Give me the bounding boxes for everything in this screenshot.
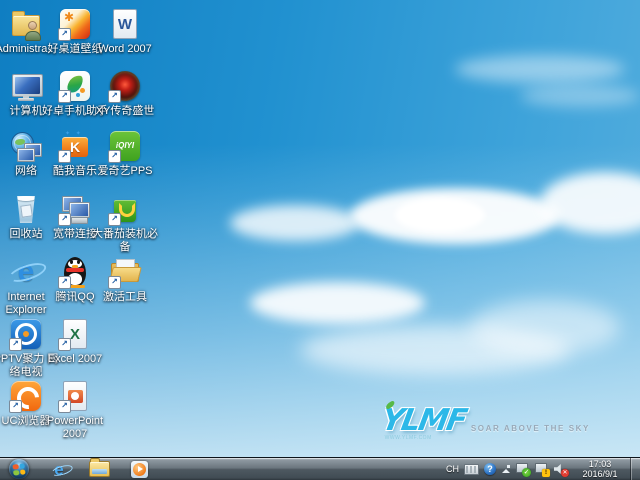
taskbar-internet-explorer-button[interactable]: e	[47, 459, 71, 479]
computer-icon	[10, 70, 43, 102]
cloud	[470, 300, 620, 355]
shortcut-arrow-icon	[108, 276, 121, 289]
shortcut-arrow-icon	[58, 338, 71, 351]
icon-label: Word 2007	[98, 43, 152, 55]
desktop-icon-powerpoint-2007[interactable]: PowerPoint 2007	[47, 380, 103, 440]
shortcut-arrow-icon	[58, 150, 71, 163]
uc-browser-icon	[9, 380, 44, 414]
clock[interactable]: 17:03 2016/9/1	[577, 459, 623, 479]
iqiyi-pps-icon: iQIYI	[108, 130, 141, 163]
internet-explorer-icon: e	[10, 256, 42, 288]
ime-help-icon[interactable]: ?	[484, 463, 496, 475]
powerpoint-2007-icon	[58, 380, 91, 413]
desktop-icon-iqiyi-pps[interactable]: iQIYI 爱奇艺PPS	[97, 130, 153, 178]
shortcut-arrow-icon	[58, 213, 71, 226]
show-hidden-icons-button[interactable]	[501, 465, 511, 473]
broadband-connection-icon	[58, 193, 91, 226]
shortcut-arrow-icon	[58, 400, 71, 413]
tencent-qq-icon	[58, 256, 91, 289]
media-player-icon	[130, 460, 148, 478]
icon-label: XY传奇盛世	[95, 105, 155, 117]
cloud	[395, 198, 485, 232]
monitor-shape	[12, 74, 43, 97]
windows-orb-icon	[9, 459, 29, 479]
network-warning-tray-icon[interactable]: !	[535, 462, 550, 477]
clock-date: 2016/9/1	[582, 469, 618, 479]
security-ok-tray-icon[interactable]: ✓	[516, 462, 531, 477]
shortcut-arrow-icon	[58, 276, 71, 289]
desktop-icon-internet-explorer[interactable]: e Internet Explorer	[1, 256, 51, 316]
cloud	[520, 85, 640, 107]
shortcut-arrow-icon	[58, 28, 71, 41]
network-icon	[10, 130, 42, 162]
keyboard-icon[interactable]	[464, 463, 479, 475]
recycle-bin-icon	[10, 193, 42, 225]
icon-label: PowerPoint 2007	[46, 415, 104, 440]
taskbar-media-player-button[interactable]	[127, 459, 151, 479]
taskbar: e CH ? ✓ ! ✕ 17:03 2016/9/1	[0, 457, 640, 480]
shortcut-arrow-icon	[9, 400, 22, 413]
pptv-icon	[9, 318, 42, 351]
ylmf-tagline: SOAR ABOVE THE SKY	[470, 424, 590, 433]
cloud	[455, 55, 625, 83]
icon-label: Excel 2007	[47, 353, 103, 365]
taskbar-explorer-button[interactable]	[87, 458, 111, 479]
desktop: Administra... 好桌道壁纸 W Word 2007 计算机 好卓手机…	[0, 0, 640, 480]
desktop-icon-datomato-essentials[interactable]: 大番茄装机必备	[92, 193, 158, 253]
cloud	[350, 188, 560, 244]
cloud	[300, 325, 570, 375]
kuwo-music-icon: K	[58, 130, 91, 163]
activation-tools-icon	[108, 256, 142, 289]
clock-time: 17:03	[588, 459, 612, 469]
document-page: W	[113, 9, 137, 39]
shortcut-arrow-icon	[58, 90, 71, 103]
shortcut-arrow-icon	[9, 338, 22, 351]
excel-2007-icon: X	[58, 318, 91, 351]
taskbar-left: e	[0, 458, 151, 480]
ie-icon: e	[54, 459, 64, 479]
cloud	[250, 282, 425, 324]
show-desktop-button[interactable]	[630, 458, 640, 480]
desktop-icon-excel-2007[interactable]: X Excel 2007	[48, 318, 102, 366]
volume-muted-tray-icon[interactable]: ✕	[554, 462, 569, 477]
start-button[interactable]	[7, 459, 31, 479]
user-figure	[25, 21, 41, 41]
ylmf-watermark: YLMF WWW.YLMF.COM SOAR ABOVE THE SKY	[378, 403, 590, 442]
folder-icon	[88, 458, 110, 477]
administrator-folder-icon	[10, 8, 42, 41]
language-indicator[interactable]: CH	[446, 464, 459, 474]
shortcut-arrow-icon	[108, 150, 121, 163]
desktop-icon-xy-legend-game[interactable]: XY传奇盛世	[96, 70, 154, 118]
shortcut-arrow-icon	[108, 90, 121, 103]
desktop-icon-word-2007[interactable]: W Word 2007	[98, 8, 152, 56]
xy-legend-game-icon	[108, 70, 141, 103]
haozhuodao-wallpaper-icon	[58, 8, 91, 41]
icon-label: 爱奇艺PPS	[97, 165, 153, 177]
shortcut-arrow-icon	[108, 213, 121, 226]
datomato-essentials-icon	[108, 193, 141, 226]
icon-label: 激活工具	[103, 291, 147, 303]
word-2007-icon: W	[109, 8, 141, 40]
ylmf-logo: YLMF	[378, 403, 468, 438]
system-tray: CH ? ✓ ! ✕ 17:03 2016/9/1	[446, 458, 640, 480]
icon-label: 大番茄装机必备	[92, 228, 158, 253]
cloud	[230, 205, 360, 241]
desktop-icon-pptv[interactable]: PPTV聚力 网络电视	[0, 318, 58, 378]
haozhuo-phone-assistant-icon	[58, 70, 91, 103]
desktop-icon-activation-tools[interactable]: 激活工具	[100, 256, 150, 304]
cloud	[540, 172, 640, 234]
